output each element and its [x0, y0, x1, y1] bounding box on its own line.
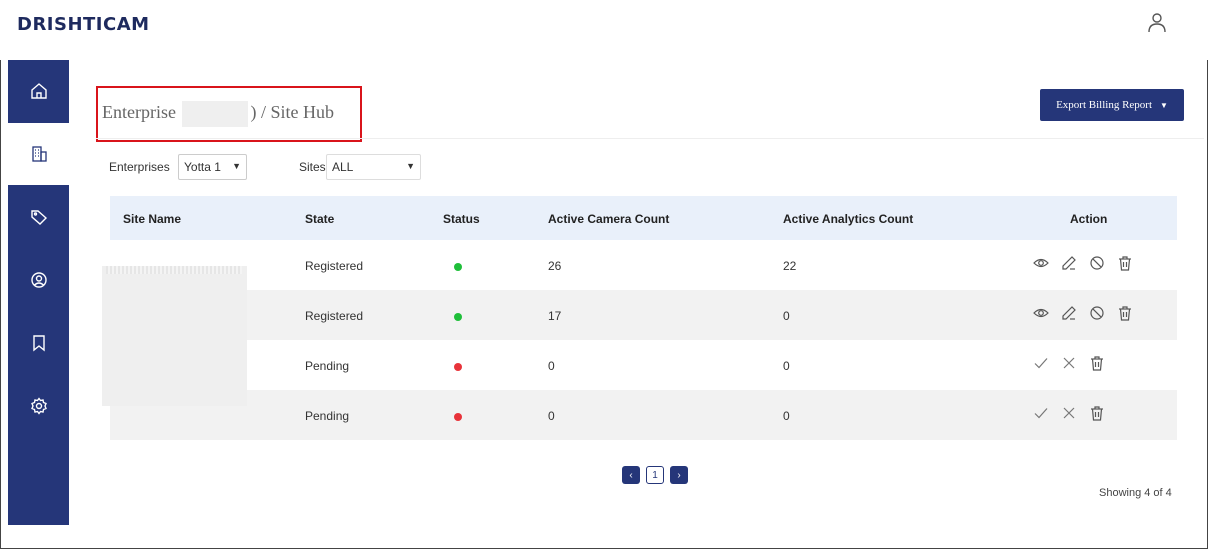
- cell-camera-count: 17: [548, 309, 562, 323]
- col-status[interactable]: Status: [443, 212, 480, 226]
- cell-state: Pending: [305, 409, 350, 423]
- row-actions: [1032, 404, 1106, 422]
- cell-state: Registered: [305, 309, 364, 323]
- cell-analytics-count: 0: [783, 359, 790, 373]
- col-site-name[interactable]: Site Name: [123, 212, 181, 226]
- tag-icon: [30, 210, 47, 225]
- sites-select[interactable]: ALL ▼: [326, 154, 421, 180]
- col-action: Action: [1070, 212, 1108, 226]
- sites-label: Sites: [299, 160, 326, 174]
- approve-icon[interactable]: [1032, 354, 1050, 372]
- user-icon[interactable]: [1147, 12, 1167, 34]
- approve-icon[interactable]: [1032, 404, 1050, 422]
- trash-icon[interactable]: [1116, 304, 1134, 322]
- breadcrumb-site-hub: ) / Site Hub: [250, 102, 334, 123]
- reject-icon[interactable]: [1060, 404, 1078, 422]
- pagination: ‹ 1 ›: [622, 466, 688, 484]
- row-actions: [1032, 354, 1106, 372]
- building-icon: [31, 146, 47, 162]
- sidebar-item-sites[interactable]: [8, 123, 69, 185]
- user-circle-icon: [30, 272, 47, 288]
- table-row[interactable]: Pending 0 0: [110, 340, 1177, 390]
- cell-state: Registered: [305, 259, 364, 273]
- sidebar-item-users[interactable]: [8, 249, 69, 311]
- table-row[interactable]: Registered 17 0: [110, 290, 1177, 340]
- cell-camera-count: 0: [548, 409, 555, 423]
- sidebar: [8, 60, 69, 525]
- col-active-camera-count[interactable]: Active Camera Count: [548, 212, 669, 226]
- app-logo: DRISHTICAM: [17, 14, 150, 35]
- cell-analytics-count: 22: [783, 259, 797, 273]
- table-row[interactable]: Pending 0 0: [110, 390, 1177, 440]
- page-1-button[interactable]: 1: [646, 466, 664, 484]
- disable-icon[interactable]: [1088, 304, 1106, 322]
- table-header: Site Name State Status Active Camera Cou…: [110, 196, 1177, 240]
- redacted-name: [182, 101, 249, 127]
- cell-camera-count: 0: [548, 359, 555, 373]
- home-icon: [30, 83, 47, 99]
- trash-icon[interactable]: [1116, 254, 1134, 272]
- col-active-analytics-count[interactable]: Active Analytics Count: [783, 212, 913, 226]
- sidebar-item-tags[interactable]: [8, 186, 69, 248]
- row-actions: [1032, 304, 1134, 322]
- caret-down-icon: ▼: [1160, 100, 1168, 110]
- reject-icon[interactable]: [1060, 354, 1078, 372]
- sidebar-item-home[interactable]: [8, 60, 69, 122]
- prev-page-button[interactable]: ‹: [622, 466, 640, 484]
- disable-icon[interactable]: [1088, 254, 1106, 272]
- showing-count: Showing 4 of 4: [1099, 487, 1172, 499]
- edit-icon[interactable]: [1060, 304, 1078, 322]
- trash-icon[interactable]: [1088, 354, 1106, 372]
- redacted-site-names: [102, 266, 247, 406]
- header-divider: [96, 138, 1204, 139]
- cell-state: Pending: [305, 359, 350, 373]
- gear-icon: [30, 397, 47, 415]
- sidebar-item-bookmarks[interactable]: [8, 312, 69, 374]
- export-billing-report-button[interactable]: Export Billing Report ▼: [1040, 89, 1184, 121]
- enterprises-selected-value: Yotta 1: [184, 160, 221, 174]
- top-bar: DRISHTICAM: [0, 0, 1208, 60]
- col-state[interactable]: State: [305, 212, 334, 226]
- next-page-button[interactable]: ›: [670, 466, 688, 484]
- edit-icon[interactable]: [1060, 254, 1078, 272]
- status-dot: [454, 413, 462, 421]
- breadcrumb: Enterprise ) / Site Hub: [102, 101, 334, 127]
- export-button-label: Export Billing Report: [1056, 99, 1153, 111]
- view-icon[interactable]: [1032, 254, 1050, 272]
- chevron-down-icon: ▼: [232, 161, 241, 171]
- table-row[interactable]: Registered 26 22: [110, 240, 1177, 290]
- cell-camera-count: 26: [548, 259, 562, 273]
- main-content: Enterprise ) / Site Hub Export Billing R…: [69, 60, 1208, 549]
- redacted-site-names-edge: [106, 266, 242, 274]
- sites-selected-value: ALL: [332, 160, 354, 174]
- cell-analytics-count: 0: [783, 409, 790, 423]
- trash-icon[interactable]: [1088, 404, 1106, 422]
- row-actions: [1032, 254, 1134, 272]
- breadcrumb-enterprise[interactable]: Enterprise: [102, 102, 176, 122]
- sidebar-item-settings[interactable]: [8, 375, 69, 437]
- cell-analytics-count: 0: [783, 309, 790, 323]
- bookmark-icon: [32, 335, 45, 352]
- view-icon[interactable]: [1032, 304, 1050, 322]
- status-dot: [454, 363, 462, 371]
- enterprises-select[interactable]: Yotta 1 ▼: [178, 154, 247, 180]
- enterprises-label: Enterprises: [109, 160, 170, 174]
- chevron-down-icon: ▼: [406, 161, 415, 171]
- status-dot: [454, 263, 462, 271]
- status-dot: [454, 313, 462, 321]
